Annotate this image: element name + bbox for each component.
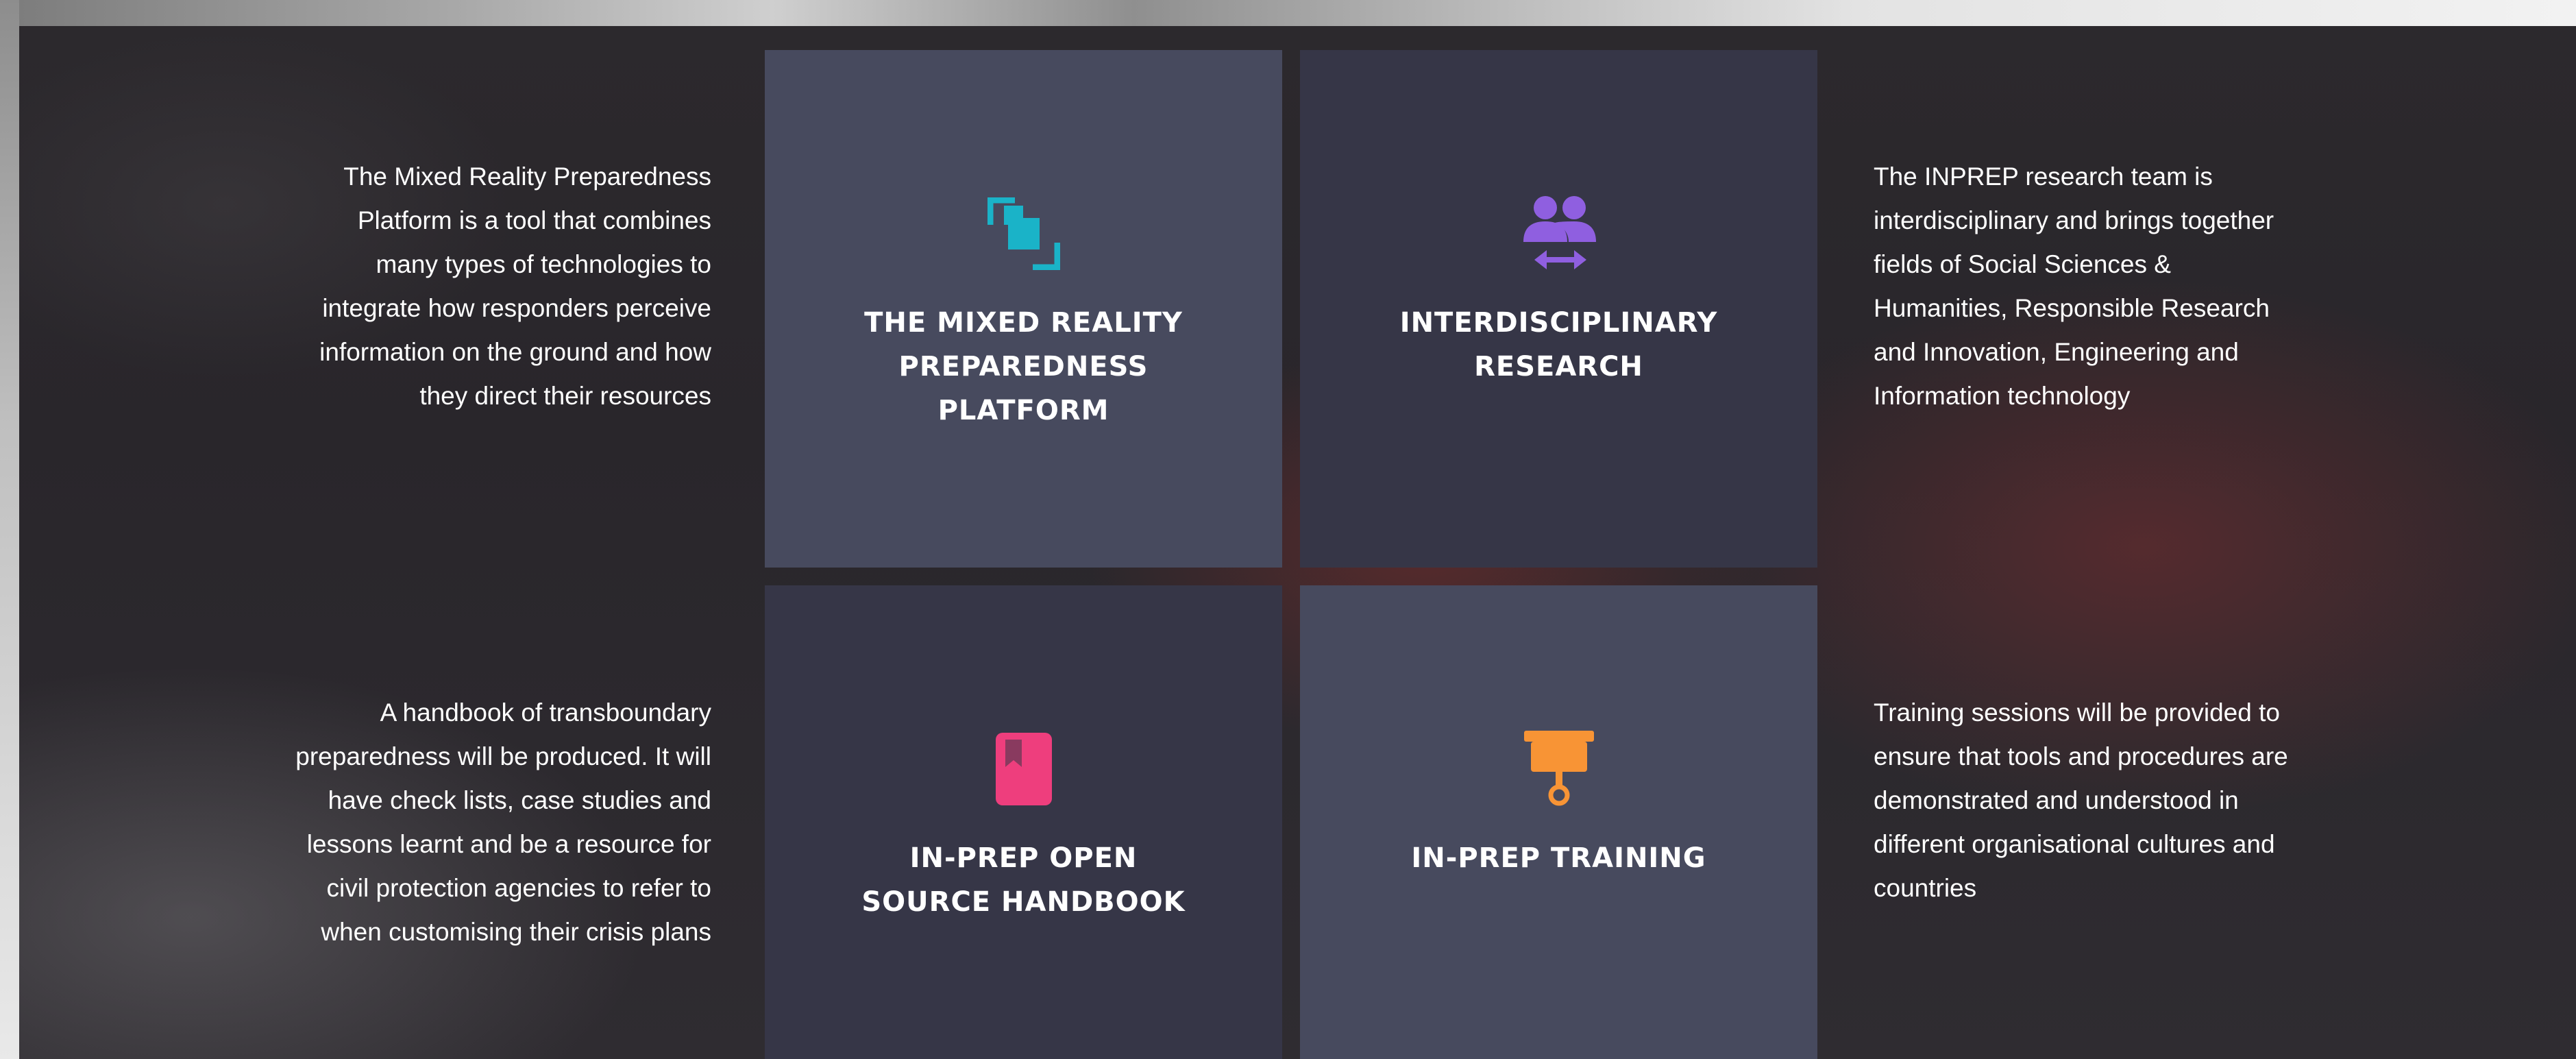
interdisciplinary-research-description: The INPREP research team is interdiscipl… [1874, 162, 2274, 410]
mixed-reality-icon [983, 193, 1065, 275]
training-description: Training sessions will be provided to en… [1874, 698, 2288, 902]
training-title: IN-PREP Training [1411, 842, 1706, 874]
people-exchange-icon [1518, 193, 1600, 275]
mixed-reality-title: The Mixed Reality Preparedness Platform [864, 307, 1183, 426]
interdisciplinary-research-card[interactable]: Interdisciplinary Research [1300, 50, 1817, 568]
handbook-icon [983, 728, 1065, 810]
mixed-reality-description: The Mixed Reality Preparedness Platform … [319, 162, 711, 410]
handbook-description: A handbook of transboundary preparedness… [295, 698, 711, 946]
handbook-title: IN-PREP Open Source Handbook [861, 842, 1186, 918]
training-card[interactable]: IN-PREP Training [1300, 585, 1817, 1059]
page-left-background [0, 0, 19, 1059]
features-section: The Mixed Reality Preparedness Platform … [19, 26, 2576, 1059]
page-top-background [0, 0, 2576, 27]
handbook-card[interactable]: IN-PREP Open Source Handbook [765, 585, 1282, 1059]
mixed-reality-card[interactable]: The Mixed Reality Preparedness Platform [765, 50, 1282, 568]
interdisciplinary-research-title: Interdisciplinary Research [1399, 307, 1718, 382]
training-board-icon [1518, 728, 1600, 810]
